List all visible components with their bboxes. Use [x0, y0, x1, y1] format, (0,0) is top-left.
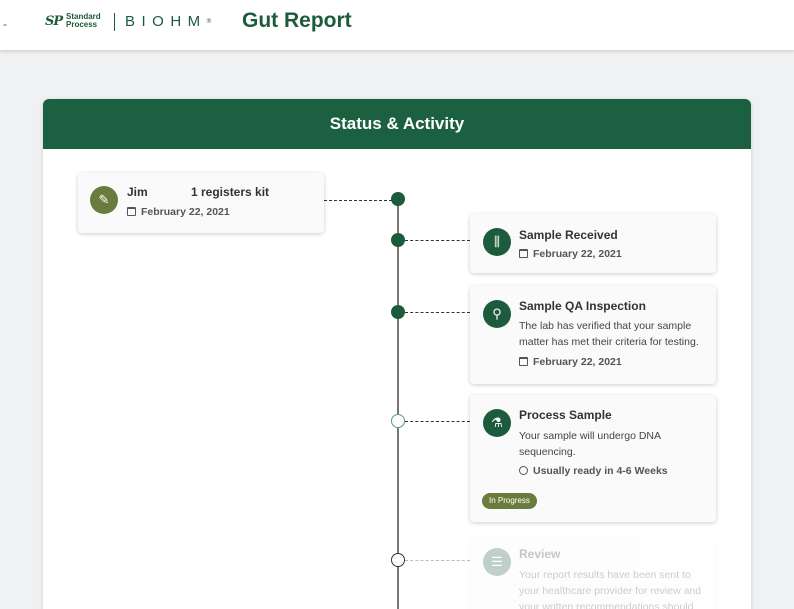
- standard-process-logo[interactable]: SP Standard Process: [45, 13, 107, 30]
- timeline-dot: [391, 233, 405, 247]
- event-title: Process Sample: [519, 408, 612, 422]
- timeline-connector: [405, 560, 470, 561]
- event-date: February 22, 2021: [141, 206, 230, 218]
- status-activity-card: Status & Activity ✎ Jim 1 registers kit …: [43, 99, 751, 609]
- event-card-sample-received: ⫼ Sample Received February 22, 2021: [470, 214, 716, 273]
- event-title: Review: [519, 547, 561, 561]
- event-description: Your report results have been sent to yo…: [519, 569, 702, 609]
- event-date: February 22, 2021: [533, 356, 622, 368]
- event-action: 1 registers kit: [191, 185, 270, 199]
- clock-icon: [519, 466, 528, 475]
- event-eta: Usually ready in 4-6 Weeks: [533, 465, 668, 477]
- event-card-qa-inspection: ⚲ Sample QA Inspection The lab has verif…: [470, 286, 716, 384]
- timeline-dot: [391, 192, 405, 206]
- timeline-line: [397, 202, 399, 609]
- timeline-connector: [405, 421, 470, 422]
- flask-icon: ⚗: [483, 409, 511, 437]
- top-bar: - SP Standard Process BIOHM® Gut Report: [0, 0, 794, 51]
- timeline-connector: [405, 312, 470, 313]
- biohm-logo[interactable]: BIOHM®: [125, 13, 211, 31]
- event-description: The lab has verified that your sample ma…: [519, 320, 699, 348]
- timeline-dot-pending: [391, 553, 405, 567]
- test-tubes-icon: ⫼: [483, 228, 511, 256]
- event-date: February 22, 2021: [533, 248, 622, 260]
- timeline-connector: [405, 240, 470, 241]
- timeline-connector: [324, 200, 392, 201]
- sp-logo-mark: SP: [45, 14, 63, 29]
- timeline-dot-pending: [391, 414, 405, 428]
- logo-divider: [114, 13, 115, 31]
- header-dash: -: [3, 17, 7, 31]
- calendar-icon: [519, 249, 528, 258]
- sp-logo-line2: Process: [66, 20, 98, 29]
- biohm-trademark: ®: [206, 19, 212, 25]
- magnifier-icon: ⚲: [483, 300, 511, 328]
- card-title: Status & Activity: [329, 114, 465, 133]
- event-title: Sample QA Inspection: [519, 299, 646, 313]
- event-card-process-sample: ⚗ Process Sample Your sample will underg…: [470, 395, 716, 522]
- event-card-registration: ✎ Jim 1 registers kit February 22, 2021: [78, 173, 324, 233]
- event-title: Sample Received: [519, 228, 618, 242]
- status-badge: In Progress: [482, 493, 537, 509]
- calendar-icon: [519, 357, 528, 366]
- pencil-icon: ✎: [90, 186, 118, 214]
- biohm-logo-text: BIOHM: [125, 13, 207, 30]
- card-header: Status & Activity: [43, 99, 751, 149]
- event-user: Jim: [127, 185, 148, 199]
- page-title: Gut Report: [242, 9, 352, 32]
- event-description: Your sample will undergo DNA sequencing.: [519, 430, 661, 458]
- event-card-review: ☰ Review Your report results have been s…: [470, 536, 716, 609]
- document-search-icon: ☰: [483, 548, 511, 576]
- timeline-dot: [391, 305, 405, 319]
- calendar-icon: [127, 207, 136, 216]
